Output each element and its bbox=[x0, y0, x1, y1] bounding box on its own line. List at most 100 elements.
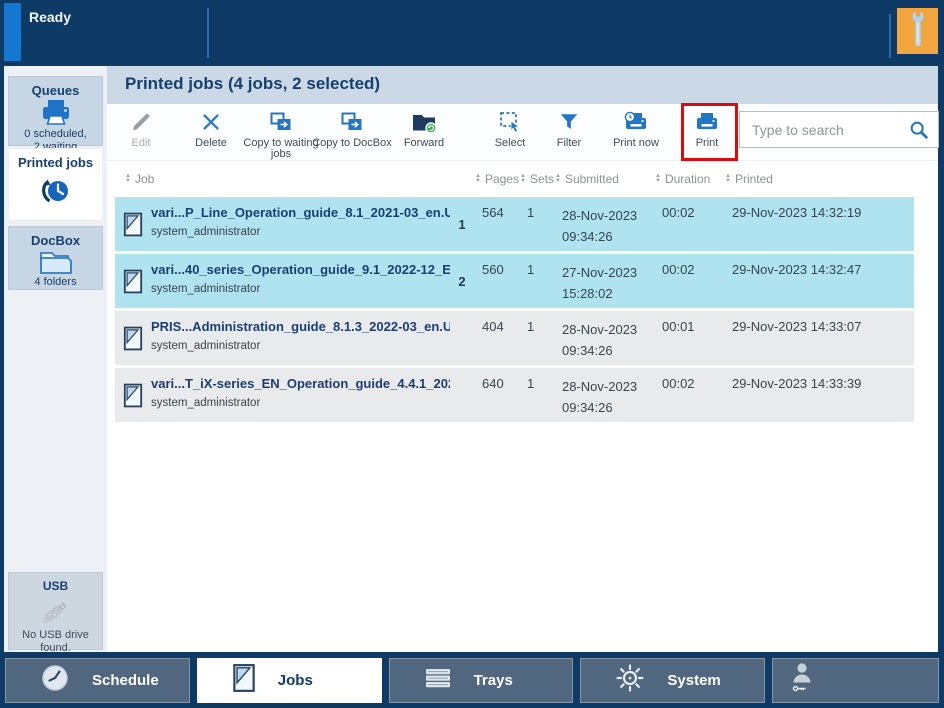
jobs-toolbar: Edit Delete Copy to waiting jobs bbox=[107, 104, 938, 161]
job-pages: 564 bbox=[474, 197, 519, 251]
search-box bbox=[739, 111, 939, 148]
search-input[interactable] bbox=[740, 122, 908, 138]
table-row[interactable]: vari...P_Line_Operation_guide_8.1_2021-0… bbox=[115, 197, 914, 251]
tab-label: Schedule bbox=[92, 672, 159, 689]
job-name: vari...40_series_Operation_guide_9.1_202… bbox=[151, 262, 450, 277]
trays-icon bbox=[424, 665, 452, 695]
job-pages: 640 bbox=[474, 368, 519, 422]
column-header-duration[interactable]: ▲▼ Duration bbox=[647, 172, 717, 186]
printer-icon bbox=[672, 108, 742, 136]
job-sets: 1 bbox=[519, 197, 554, 251]
document-icon bbox=[115, 197, 151, 251]
user-key-icon bbox=[789, 661, 817, 699]
printer-clock-icon bbox=[601, 108, 671, 136]
sort-icon: ▲▼ bbox=[655, 174, 661, 184]
forward-folder-icon bbox=[389, 108, 459, 136]
job-pages: 404 bbox=[474, 311, 519, 365]
gear-icon bbox=[615, 663, 645, 697]
search-icon[interactable] bbox=[908, 119, 938, 141]
table-header-row: ▲▼ Job ▲▼ Pages ▲▼ Sets ▲▼ Submitted ▲▼ … bbox=[107, 161, 938, 197]
usb-label: USB bbox=[9, 573, 102, 593]
job-sets: 1 bbox=[519, 311, 554, 365]
job-submitted: 27-Nov-2023 15:28:02 bbox=[554, 254, 654, 308]
history-clock-icon bbox=[9, 175, 102, 207]
sidebar-item-usb[interactable]: USB No USB drive found. bbox=[8, 572, 103, 650]
sort-icon: ▲▼ bbox=[125, 174, 131, 184]
job-submitted: 28-Nov-2023 09:34:26 bbox=[554, 197, 654, 251]
copy-arrow-icon bbox=[304, 108, 400, 136]
job-name: vari...P_Line_Operation_guide_8.1_2021-0… bbox=[151, 205, 450, 220]
selection-order-badge bbox=[450, 311, 474, 365]
table-row[interactable]: PRIS...Administration_guide_8.1.3_2022-0… bbox=[115, 311, 914, 365]
job-duration: 00:02 bbox=[654, 368, 724, 422]
tab-system[interactable]: System bbox=[580, 658, 765, 703]
document-icon bbox=[115, 254, 151, 308]
job-sets: 1 bbox=[519, 368, 554, 422]
column-header-sets[interactable]: ▲▼ Sets bbox=[512, 172, 547, 186]
job-name: PRIS...Administration_guide_8.1.3_2022-0… bbox=[151, 319, 450, 334]
tab-trays[interactable]: Trays bbox=[389, 658, 574, 703]
job-owner: system_administrator bbox=[151, 226, 450, 238]
job-printed: 29-Nov-2023 14:33:39 bbox=[724, 368, 914, 422]
clock-icon bbox=[40, 663, 70, 697]
job-submitted: 28-Nov-2023 09:34:26 bbox=[554, 311, 654, 365]
statusbar-divider bbox=[889, 14, 891, 58]
bottom-navbar: Schedule Jobs Trays bbox=[0, 652, 944, 708]
status-accent-bar bbox=[4, 3, 21, 61]
edit-button[interactable]: Edit bbox=[106, 108, 176, 149]
tab-jobs[interactable]: Jobs bbox=[197, 658, 382, 703]
job-printed: 29-Nov-2023 14:32:47 bbox=[724, 254, 914, 308]
printer-status-text: Ready bbox=[29, 9, 71, 25]
statusbar-divider bbox=[207, 8, 209, 58]
sort-icon: ▲▼ bbox=[520, 174, 526, 184]
job-printed: 29-Nov-2023 14:33:07 bbox=[724, 311, 914, 365]
main-panel: Printed jobs (4 jobs, 2 selected) Edit D… bbox=[107, 66, 938, 652]
sidebar: Queues 0 scheduled, 2 waiting Printed jo… bbox=[4, 66, 107, 652]
job-name: vari...T_iX-series_EN_Operation_guide_4.… bbox=[151, 376, 450, 391]
printer-control-panel: Ready Queues bbox=[0, 0, 944, 708]
docbox-status: 4 folders bbox=[9, 276, 102, 289]
table-row[interactable]: vari...T_iX-series_EN_Operation_guide_4.… bbox=[115, 368, 914, 422]
print-button[interactable]: Print bbox=[672, 108, 742, 149]
filter-button[interactable]: Filter bbox=[534, 108, 604, 149]
sidebar-item-printed-jobs[interactable]: Printed jobs bbox=[8, 148, 103, 221]
column-header-submitted[interactable]: ▲▼ Submitted bbox=[547, 172, 647, 186]
tab-login[interactable] bbox=[772, 658, 939, 703]
sort-icon: ▲▼ bbox=[475, 174, 481, 184]
print-now-button[interactable]: Print now bbox=[601, 108, 671, 149]
sidebar-item-queues[interactable]: Queues 0 scheduled, 2 waiting bbox=[8, 76, 103, 146]
panel-titlebar: Printed jobs (4 jobs, 2 selected) bbox=[107, 66, 938, 104]
tab-label: System bbox=[667, 672, 720, 689]
forward-button[interactable]: Forward bbox=[389, 108, 459, 149]
filter-funnel-icon bbox=[534, 108, 604, 136]
job-sets: 1 bbox=[519, 254, 554, 308]
pencil-icon bbox=[106, 108, 176, 136]
wrench-icon bbox=[909, 9, 927, 54]
column-header-job[interactable]: ▲▼ Job bbox=[107, 172, 467, 186]
job-owner: system_administrator bbox=[151, 340, 450, 352]
selection-order-badge: 1 bbox=[450, 197, 474, 251]
maintenance-button[interactable] bbox=[897, 8, 938, 54]
delete-button[interactable]: Delete bbox=[176, 108, 246, 149]
table-row[interactable]: vari...40_series_Operation_guide_9.1_202… bbox=[115, 254, 914, 308]
folder-icon bbox=[9, 249, 102, 275]
job-duration: 00:01 bbox=[654, 311, 724, 365]
column-header-printed[interactable]: ▲▼ Printed bbox=[717, 172, 938, 186]
selection-order-badge: 2 bbox=[450, 254, 474, 308]
printer-queue-icon bbox=[9, 99, 102, 127]
page-title: Printed jobs (4 jobs, 2 selected) bbox=[107, 66, 938, 94]
document-icon bbox=[115, 368, 151, 422]
job-owner: system_administrator bbox=[151, 283, 450, 295]
sidebar-item-docbox[interactable]: DocBox 4 folders bbox=[8, 226, 103, 290]
printed-jobs-label: Printed jobs bbox=[9, 149, 102, 170]
job-pages: 560 bbox=[474, 254, 519, 308]
tab-schedule[interactable]: Schedule bbox=[5, 658, 190, 703]
docbox-label: DocBox bbox=[9, 227, 102, 248]
copy-to-docbox-button[interactable]: Copy to DocBox bbox=[304, 108, 400, 149]
sort-icon: ▲▼ bbox=[555, 174, 561, 184]
column-header-pages[interactable]: ▲▼ Pages bbox=[467, 172, 512, 186]
queues-status-line1: 0 scheduled, bbox=[9, 128, 102, 141]
document-icon bbox=[115, 311, 151, 365]
job-submitted: 28-Nov-2023 09:34:26 bbox=[554, 368, 654, 422]
selection-order-badge bbox=[450, 368, 474, 422]
